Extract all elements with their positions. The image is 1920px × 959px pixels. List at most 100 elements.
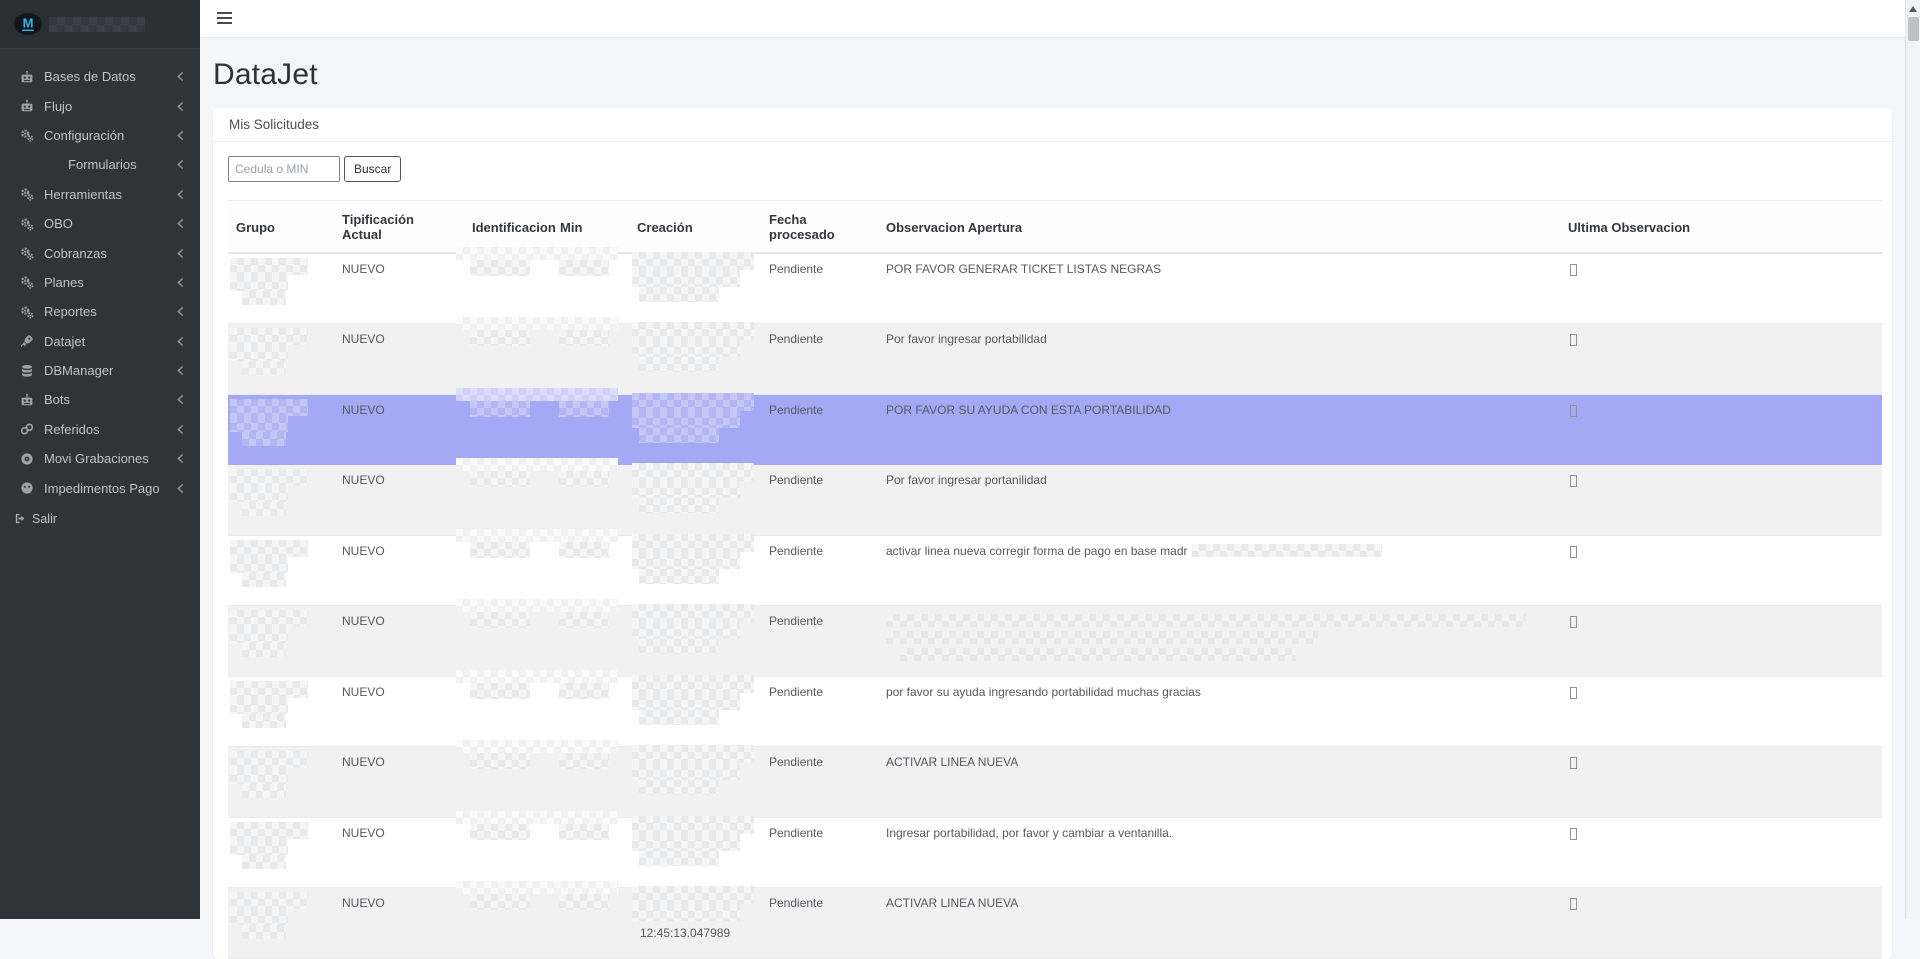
sidebar-item-cobranzas[interactable]: Cobranzas: [0, 238, 200, 267]
missing-glyph-icon: [1570, 475, 1577, 487]
table-row[interactable]: NUEVO Pendiente: [228, 606, 1882, 677]
cell-tipificacion: NUEVO: [334, 817, 464, 888]
scrollbar-thumb[interactable]: [1908, 17, 1919, 41]
redacted-blur: [470, 683, 530, 699]
table-row[interactable]: NUEVO Pendiente por favor su ayuda ingre…: [228, 676, 1882, 747]
redacted-blur: [632, 904, 740, 921]
cell-observacion-apertura: Por favor ingresar portabilidad: [878, 324, 1560, 395]
disc-icon: [20, 451, 35, 466]
redacted-blur: [639, 287, 719, 302]
scroll-up-arrow-icon[interactable]: [1909, 6, 1917, 12]
redacted-blur: [470, 612, 530, 628]
redacted-blur: [456, 740, 618, 753]
missing-glyph-icon: [1570, 405, 1577, 417]
cell-min-redacted: [552, 465, 629, 536]
missing-glyph-icon: [1570, 828, 1577, 840]
redacted-blur: [632, 393, 754, 411]
redacted-blur: [470, 753, 530, 769]
redacted-blur: [242, 643, 286, 657]
table-row[interactable]: NUEVO Pendiente Por favor ingresar porta…: [228, 465, 1882, 536]
cell-min-redacted: [552, 817, 629, 888]
sidebar-item-label: OBO: [44, 216, 176, 231]
redacted-blur: [639, 639, 719, 654]
table-row[interactable]: NUEVO Pendiente ACTIVAR LINEA NUEVA: [228, 747, 1882, 818]
redacted-blur: [559, 260, 609, 276]
redacted-blur: [470, 894, 530, 910]
table-header-row: Grupo Tipificación Actual Identificacion…: [228, 201, 1882, 254]
sidebar-item-impedimentos-pago[interactable]: Impedimentos Pago: [0, 473, 200, 502]
sidebar-item-flujo[interactable]: Flujo: [0, 91, 200, 120]
redacted-blur: [639, 357, 719, 372]
sidebar-item-herramientas[interactable]: Herramientas: [0, 180, 200, 209]
sidebar-item-configuraci-n[interactable]: Configuración: [0, 121, 200, 150]
table-row[interactable]: NUEVO Pendiente POR FAVOR SU AYUDA CON E…: [228, 394, 1882, 465]
hamburger-menu-icon[interactable]: [217, 12, 233, 26]
table-row[interactable]: NUEVO 12:45:13.047989 Pendiente ACTIVAR …: [228, 888, 1882, 959]
redacted-blur: [632, 340, 740, 357]
redacted-blur: [559, 471, 609, 487]
redacted-blur: [230, 681, 308, 698]
vertical-scrollbar[interactable]: [1905, 0, 1920, 919]
redacted-blur: [632, 834, 740, 851]
search-input[interactable]: [228, 156, 340, 182]
cell-creacion-redacted: [629, 465, 761, 536]
chevron-left-icon: [176, 159, 185, 170]
sidebar-item-label: Configuración: [44, 128, 176, 143]
cell-min-redacted: [552, 888, 629, 959]
cell-grupo-redacted: [228, 676, 334, 747]
cell-fecha-procesado: Pendiente: [761, 747, 878, 818]
page-title: DataJet: [213, 58, 1905, 92]
redacted-blur: [230, 540, 308, 557]
cell-ultima-observacion: [1560, 676, 1882, 747]
sidebar-item-label: Herramientas: [44, 187, 176, 202]
redacted-blur: [632, 622, 740, 639]
cell-ultima-observacion: [1560, 324, 1882, 395]
cell-min-redacted: [552, 676, 629, 747]
table-row[interactable]: NUEVO Pendiente Por favor ingresar porta…: [228, 324, 1882, 395]
sidebar-item-planes[interactable]: Planes: [0, 268, 200, 297]
sidebar-item-movi-grabaciones[interactable]: Movi Grabaciones: [0, 444, 200, 473]
sidebar-item-formularios[interactable]: Formularios: [0, 150, 200, 179]
cell-tipificacion: NUEVO: [334, 394, 464, 465]
sidebar-item-label: Formularios: [68, 157, 176, 172]
search-row: Buscar: [228, 156, 1882, 182]
sidebar-item-reportes[interactable]: Reportes: [0, 297, 200, 326]
cell-creacion-redacted: [629, 535, 761, 606]
redacted-blur: [632, 534, 754, 552]
brand-name-redacted: [49, 17, 145, 32]
chevron-left-icon: [176, 336, 185, 347]
redacted-blur: [242, 432, 286, 446]
search-button[interactable]: Buscar: [344, 156, 401, 182]
redacted-blur: [632, 411, 740, 428]
redacted-blur: [632, 745, 754, 763]
table-row[interactable]: NUEVO Pendiente activar linea nueva corr…: [228, 535, 1882, 606]
brand[interactable]: M: [0, 0, 200, 49]
cell-fecha-procesado: Pendiente: [761, 535, 878, 606]
cell-identificacion-redacted: [464, 888, 552, 959]
chevron-left-icon: [176, 71, 185, 82]
sidebar-item-salir[interactable]: Salir: [0, 512, 200, 526]
gears-icon: [20, 216, 35, 231]
cell-grupo-redacted: [228, 747, 334, 818]
sidebar-item-label: Referidos: [44, 422, 176, 437]
redacted-blur: [230, 486, 288, 502]
cell-ultima-observacion: [1560, 253, 1882, 324]
cell-observacion-apertura: por favor su ayuda ingresando portabilid…: [878, 676, 1560, 747]
cell-ultima-observacion: [1560, 606, 1882, 677]
sidebar-item-datajet[interactable]: Datajet: [0, 327, 200, 356]
sidebar-item-dbmanager[interactable]: DBManager: [0, 356, 200, 385]
chevron-left-icon: [176, 453, 185, 464]
sidebar-item-obo[interactable]: OBO: [0, 209, 200, 238]
column-header: Observacion Apertura: [878, 201, 1560, 254]
sidebar-item-bots[interactable]: Bots: [0, 385, 200, 414]
sidebar-item-label: Flujo: [44, 99, 176, 114]
redacted-blur: [639, 498, 719, 513]
table-row[interactable]: NUEVO Pendiente POR FAVOR GENERAR TICKET…: [228, 253, 1882, 324]
missing-glyph-icon: [1570, 264, 1577, 276]
table-row[interactable]: NUEVO Pendiente Ingresar portabilidad, p…: [228, 817, 1882, 888]
sidebar-item-bases-de-datos[interactable]: Bases de Datos: [0, 62, 200, 91]
sidebar-logout-label: Salir: [32, 512, 57, 526]
redacted-blur: [230, 751, 308, 768]
sidebar-item-referidos[interactable]: Referidos: [0, 415, 200, 444]
cell-creacion-redacted: [629, 747, 761, 818]
